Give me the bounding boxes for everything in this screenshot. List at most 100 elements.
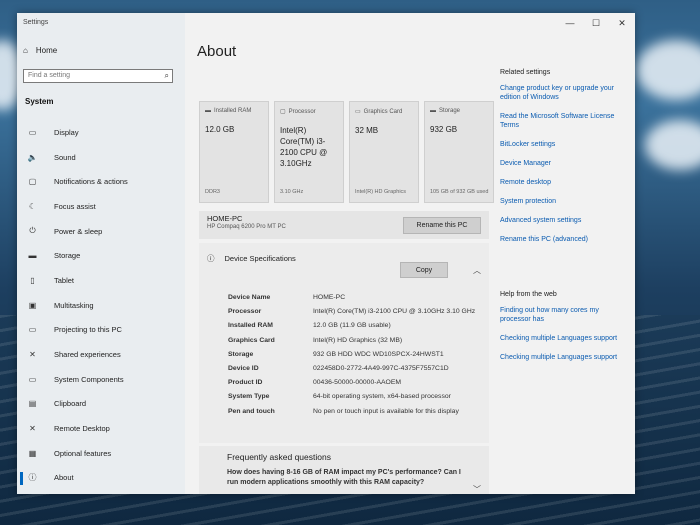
remote-desktop-icon: ✕ <box>29 424 36 434</box>
sidebar-item-label: Projecting to this PC <box>54 325 122 335</box>
spec-value: 932 GB HDD WDC WD10SPCX-24HWST1 <box>313 350 444 358</box>
minimize-button[interactable]: — <box>557 13 583 33</box>
background-cloud <box>645 120 700 170</box>
chevron-up-icon[interactable]: ︿ <box>473 265 481 276</box>
sidebar-item-projecting-to-this-pc[interactable]: ▭ Projecting to this PC <box>17 318 185 343</box>
graphics-icon: ▭ <box>355 109 361 115</box>
faq-question[interactable]: How does having 8-16 GB of RAM impact my… <box>227 468 467 488</box>
maximize-button[interactable]: ☐ <box>583 13 609 33</box>
nav-list: ▭ Display 🔈 Sound ▢ Notifications & actions ☾ F… <box>17 120 185 490</box>
spec-row: Graphics Card Intel(R) HD Graphics (32 MB… <box>228 336 478 345</box>
sidebar-item-about[interactable]: ⓘ About <box>17 466 185 491</box>
sidebar-item-sound[interactable]: 🔈 Sound <box>17 145 185 170</box>
sidebar-item-label: Optional features <box>54 448 112 458</box>
spec-key: Device ID <box>228 364 259 372</box>
sidebar-item-label: Storage <box>54 251 81 261</box>
home-nav[interactable]: ⌂ Home <box>23 46 57 55</box>
tablet-icon: ▯ <box>30 275 35 285</box>
pc-model: HP Compaq 6200 Pro MT PC <box>207 224 286 230</box>
spec-value: 022458D0-2772-4A49-997C-4375F7557C1D <box>313 364 449 372</box>
spec-row: Product ID 00436-50000-00000-AAOEM <box>228 378 478 387</box>
spec-value: HOME-PC <box>313 294 346 301</box>
sidebar-item-tablet[interactable]: ▯ Tablet <box>17 268 185 293</box>
about-icon: ⓘ <box>28 473 37 483</box>
copy-button[interactable]: Copy <box>400 262 448 278</box>
close-button[interactable]: ✕ <box>609 13 635 33</box>
spec-row: Processor Intel(R) Core(TM) i3-2100 CPU @… <box>228 307 478 316</box>
sidebar-item-label: System Components <box>54 374 124 384</box>
sidebar-item-storage[interactable]: ▬ Storage <box>17 243 185 268</box>
link[interactable]: Checking multiple Languages support <box>500 334 630 343</box>
projecting-icon: ▭ <box>28 325 37 335</box>
card-sub: 3.10 GHz <box>280 189 304 195</box>
link[interactable]: System protection <box>500 197 630 206</box>
spec-value: 12.0 GB (11.9 GB usable) <box>313 322 391 330</box>
search-placeholder: Find a setting <box>28 72 71 79</box>
spec-header[interactable]: ⓘ Device Specifications <box>207 253 296 264</box>
link[interactable]: Advanced system settings <box>500 216 630 225</box>
window-controls: — ☐ ✕ <box>557 13 635 33</box>
sidebar-item-label: About <box>54 473 74 483</box>
spec-key: Pen and touch <box>228 407 275 415</box>
sidebar-item-label: Sound <box>54 152 76 162</box>
sidebar-item-label: Remote Desktop <box>54 424 110 434</box>
sidebar-item-system-components[interactable]: ▭ System Components <box>17 367 185 392</box>
spec-key: Processor <box>228 308 262 316</box>
link[interactable]: Rename this PC (advanced) <box>500 235 630 244</box>
notifications-icon: ▢ <box>28 177 37 187</box>
storage-icon: ▬ <box>430 108 436 114</box>
sidebar-item-remote-desktop[interactable]: ✕ Remote Desktop <box>17 416 185 441</box>
card-label: Installed RAM <box>214 108 252 114</box>
card-label: Processor <box>288 108 316 115</box>
spec-key: Product ID <box>228 379 263 387</box>
spec-value: 00436-50000-00000-AAOEM <box>313 379 402 387</box>
sidebar-item-notifications-actions[interactable]: ▢ Notifications & actions <box>17 169 185 194</box>
spec-key: System Type <box>228 393 270 401</box>
link[interactable]: Finding out how many cores my processor … <box>500 306 630 324</box>
rename-pc-button[interactable]: Rename this PC <box>403 217 481 234</box>
help-heading: Help from the web <box>500 291 557 298</box>
link[interactable]: Device Manager <box>500 159 630 168</box>
page-title: About <box>197 43 237 60</box>
storage-card: ▬ Storage 932 GB 105 GB of 932 GB used <box>424 101 494 203</box>
link[interactable]: BitLocker settings <box>500 140 630 149</box>
sidebar-item-multitasking[interactable]: ▣ Multitasking <box>17 293 185 318</box>
card-label: Graphics Card <box>363 108 403 115</box>
spec-row: Storage 932 GB HDD WDC WD10SPCX-24HWST1 <box>228 350 478 359</box>
main-content: — ☐ ✕ About ▬ Installed RAM 12.0 GB DDR3 … <box>185 13 635 494</box>
spec-value: Intel(R) Core(TM) i3-2100 CPU @ 3.10GHz … <box>313 308 476 316</box>
link[interactable]: Read the Microsoft Software License Term… <box>500 112 630 130</box>
help-from-web: Help from the web Finding out how many c… <box>500 291 630 372</box>
link[interactable]: Remote desktop <box>500 178 630 187</box>
sidebar-item-label: Clipboard <box>54 399 87 409</box>
card-sub: 105 GB of 932 GB used <box>430 189 489 195</box>
card-value: 12.0 GB <box>205 125 235 134</box>
sidebar-item-clipboard[interactable]: ▤ Clipboard <box>17 392 185 417</box>
faq-title: Frequently asked questions <box>227 452 331 462</box>
sidebar-item-power-sleep[interactable]: ⏻ Power & sleep <box>17 219 185 244</box>
device-specifications: ⓘ Device Specifications Copy ︿ Device Na… <box>199 243 489 443</box>
system-components-icon: ▭ <box>28 374 37 384</box>
ram-card: ▬ Installed RAM 12.0 GB DDR3 <box>199 101 269 203</box>
spec-row: Device Name HOME-PC <box>228 293 478 302</box>
spec-key: Installed RAM <box>228 322 273 330</box>
link[interactable]: Checking multiple Languages support <box>500 353 630 362</box>
storage-icon: ▬ <box>28 251 37 261</box>
sidebar-item-optional-features[interactable]: ▦ Optional features <box>17 441 185 466</box>
search-icon[interactable]: ⌕ <box>165 71 169 81</box>
window-title: Settings <box>23 19 49 26</box>
related-settings: Related settings Change product key or u… <box>500 69 630 254</box>
sidebar-item-focus-assist[interactable]: ☾ Focus assist <box>17 194 185 219</box>
graphics-card: ▭ Graphics Card 32 MB Intel(R) HD Graphic… <box>349 101 419 203</box>
power-icon: ⏻ <box>29 226 36 236</box>
spec-row: Device ID 022458D0-2772-4A49-997C-4375F75… <box>228 364 478 373</box>
multitasking-icon: ▣ <box>28 300 37 310</box>
sidebar-item-shared-experiences[interactable]: ✕ Shared experiences <box>17 342 185 367</box>
faq-section: Frequently asked questions How does havi… <box>199 446 489 494</box>
help-links: Finding out how many cores my processor … <box>500 306 630 362</box>
sidebar-item-display[interactable]: ▭ Display <box>17 120 185 145</box>
search-input[interactable]: Find a setting ⌕ <box>23 69 173 83</box>
card-sub: Intel(R) HD Graphics <box>355 189 407 195</box>
chevron-down-icon[interactable]: ﹀ <box>473 484 481 494</box>
link[interactable]: Change product key or upgrade your editi… <box>500 84 630 102</box>
